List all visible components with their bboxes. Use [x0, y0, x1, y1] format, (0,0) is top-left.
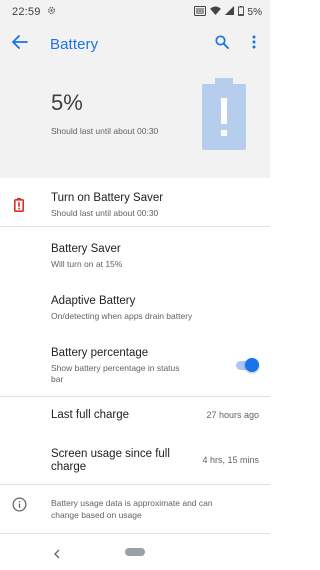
status-bar: 22:59 5%: [0, 0, 270, 24]
battery-summary: 5% Should last until about 00:30: [0, 64, 270, 178]
search-button[interactable]: [206, 24, 238, 64]
screen-usage-title-line1: Screen usage since full: [51, 448, 170, 460]
last-full-charge-title: Last full charge: [51, 409, 129, 421]
turn-on-battery-saver-item[interactable]: Turn on Battery Saver Should last until …: [0, 178, 270, 225]
battery-alert-icon: [14, 198, 24, 217]
battery-saver-title: Battery Saver: [51, 243, 121, 255]
battery-level-percent: 5%: [51, 90, 83, 115]
adaptive-battery-title: Adaptive Battery: [51, 295, 136, 307]
back-arrow-icon: [12, 34, 28, 54]
signal-icon: [224, 6, 234, 18]
settings-gear-icon: [47, 6, 56, 18]
status-battery-percent: 5%: [247, 6, 262, 18]
battery-percentage-item[interactable]: Battery percentage Show battery percenta…: [0, 334, 270, 394]
more-options-button[interactable]: [238, 24, 270, 64]
battery-saver-subtitle: Will turn on at 15%: [51, 259, 123, 269]
last-full-charge-item: Last full charge 27 hours ago: [0, 398, 270, 434]
adaptive-battery-item[interactable]: Adaptive Battery On/detecting when apps …: [0, 282, 270, 330]
wifi-icon: [209, 6, 221, 18]
battery-icon: [237, 5, 244, 19]
divider: [0, 484, 270, 485]
battery-percentage-title: Battery percentage: [51, 347, 149, 359]
status-time: 22:59: [12, 6, 41, 18]
divider: [0, 396, 270, 397]
battery-estimate: Should last until about 00:30: [51, 126, 159, 136]
toggle-thumb: [245, 358, 259, 372]
usage-info-note: Battery usage data is approximate and ca…: [0, 486, 270, 532]
usage-info-line2: change based on usage: [51, 510, 142, 520]
last-full-charge-value: 27 hours ago: [206, 410, 259, 420]
adaptive-battery-subtitle: On/detecting when apps drain battery: [51, 311, 193, 321]
large-battery-alert-icon: [202, 78, 246, 155]
usage-info-line1: Battery usage data is approximate and ca…: [51, 498, 213, 508]
screen-usage-title-line2: charge: [51, 461, 87, 473]
back-button[interactable]: [0, 24, 40, 64]
more-vert-icon: [252, 35, 256, 54]
search-icon: [215, 34, 229, 54]
app-bar-actions: [206, 24, 270, 64]
app-bar: Battery: [0, 24, 270, 64]
screen-usage-value: 4 hrs, 15 mins: [202, 455, 259, 465]
battery-percentage-subtitle-line1: Show battery percentage in status: [51, 363, 180, 373]
turn-on-battery-saver-title: Turn on Battery Saver: [51, 192, 164, 204]
cast-icon: [193, 5, 206, 19]
screen-usage-item: Screen usage since full charge 4 hrs, 15…: [0, 440, 270, 480]
divider: [0, 226, 270, 227]
turn-on-battery-saver-subtitle: Should last until about 00:30: [51, 208, 159, 218]
battery-saver-item[interactable]: Battery Saver Will turn on at 15%: [0, 230, 270, 278]
nav-back-icon[interactable]: [53, 546, 61, 564]
page-title: Battery: [50, 35, 99, 53]
battery-percentage-toggle[interactable]: [233, 358, 259, 372]
status-right-group: 5%: [193, 5, 262, 19]
battery-percentage-subtitle-line2: bar: [51, 374, 64, 384]
home-pill-icon[interactable]: [125, 548, 145, 556]
info-icon: [12, 497, 27, 517]
system-nav-bar: [0, 534, 270, 570]
